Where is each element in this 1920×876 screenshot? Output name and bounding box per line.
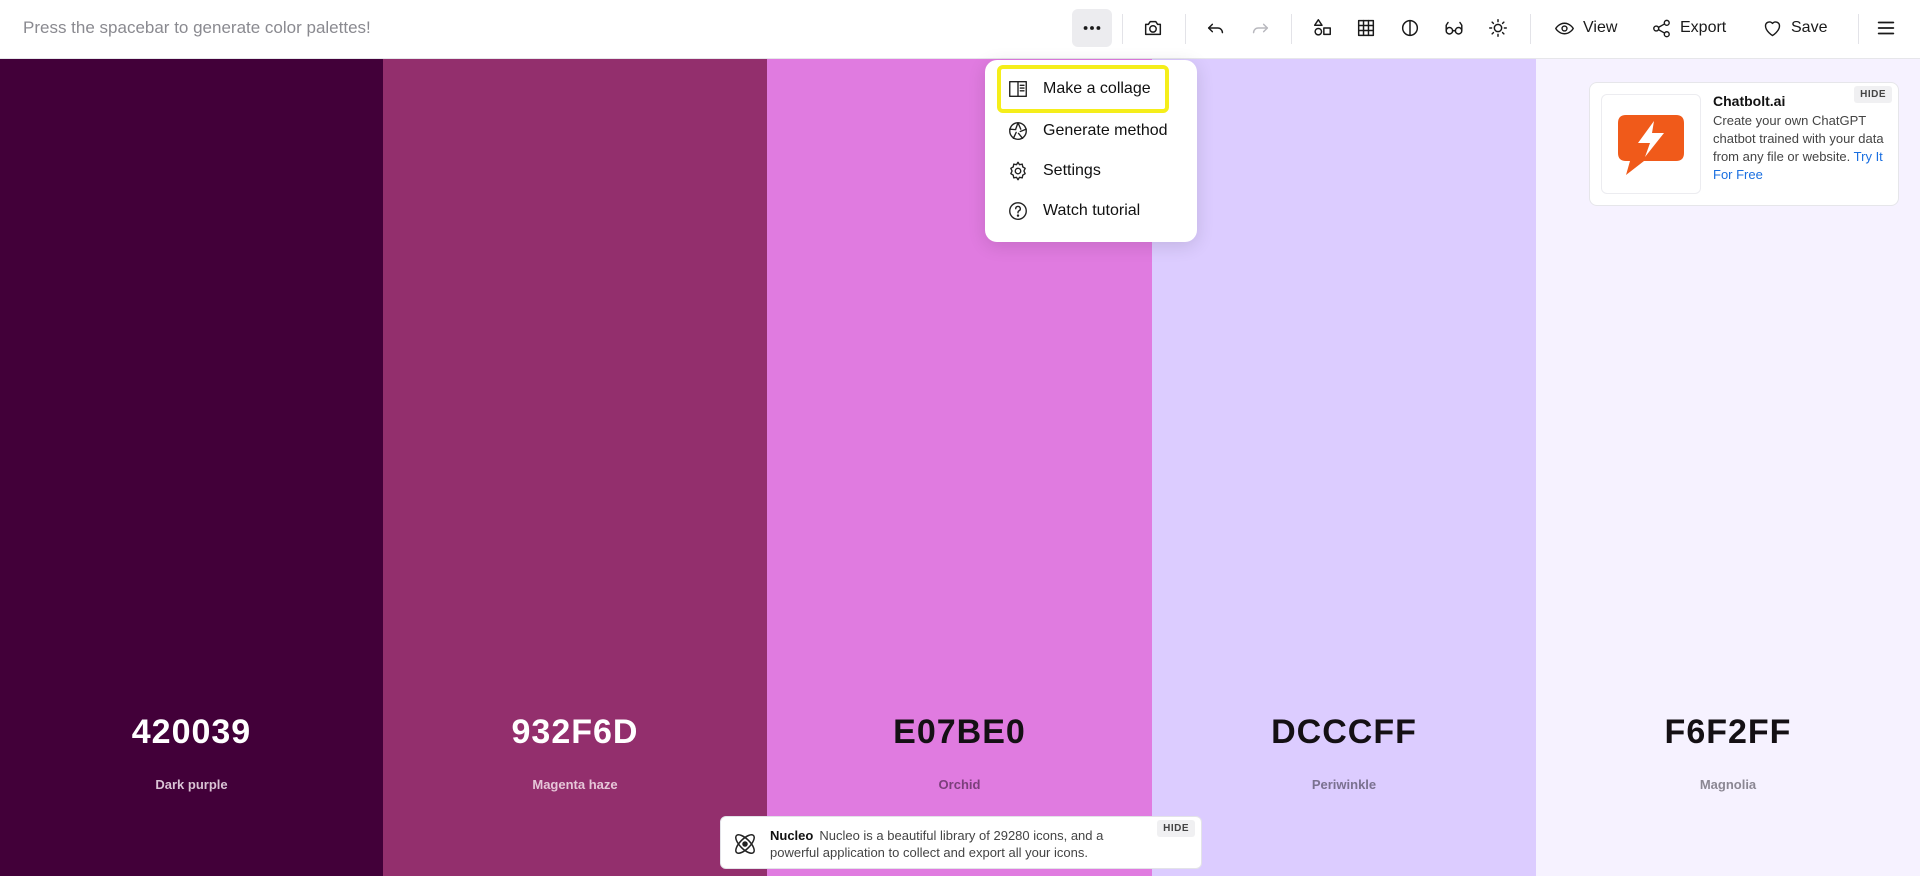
hamburger-menu-button[interactable] — [1866, 9, 1906, 47]
more-options-menu: Make a collage Generate method Settings … — [985, 60, 1197, 242]
chatbolt-logo — [1601, 94, 1701, 194]
top-toolbar: Press the spacebar to generate color pal… — [0, 0, 1920, 59]
nucleo-ad[interactable]: Nucleo Nucleo is a beautiful library of 2… — [720, 816, 1202, 869]
eye-icon — [1555, 22, 1574, 34]
toolbar-divider — [1185, 14, 1186, 44]
color-hex[interactable]: 420039 — [0, 713, 383, 752]
sun-icon — [1489, 19, 1507, 37]
save-button[interactable]: Save — [1762, 9, 1827, 47]
ad-title: Chatbolt.ai — [1713, 93, 1786, 109]
collage-icon — [1009, 80, 1027, 98]
shapes-icon — [1313, 19, 1331, 36]
color-name: Periwinkle — [1311, 777, 1377, 792]
hide-ad-button[interactable]: HIDE — [1157, 820, 1195, 837]
contrast-icon — [1401, 19, 1419, 37]
save-label: Save — [1791, 19, 1828, 36]
color-hex[interactable]: DCCCFF — [1152, 713, 1536, 752]
redo-button[interactable] — [1240, 9, 1280, 47]
gear-icon — [1010, 161, 1026, 181]
glasses-icon — [1445, 21, 1463, 35]
color-name: Dark purple — [155, 777, 228, 792]
color-hex[interactable]: F6F2FF — [1536, 713, 1920, 752]
chatbolt-ad[interactable]: Chatbolt.ai Create your own ChatGPT chat… — [1589, 82, 1899, 206]
color-hex[interactable]: E07BE0 — [767, 713, 1152, 752]
menu-item-label: Generate method — [1043, 122, 1168, 139]
toolbar-divider — [1530, 14, 1531, 44]
atom-icon — [735, 834, 755, 854]
menu-item-generate-method[interactable]: Generate method — [1001, 115, 1187, 147]
color-hex[interactable]: 932F6D — [383, 713, 767, 752]
undo-button[interactable] — [1196, 9, 1236, 47]
color-swatch[interactable]: 420039 Dark purple — [0, 59, 383, 876]
question-icon — [1009, 202, 1027, 220]
camera-icon — [1144, 20, 1162, 36]
export-label: Export — [1680, 19, 1727, 36]
contrast-button[interactable] — [1390, 9, 1430, 47]
export-button[interactable]: Export — [1651, 9, 1726, 47]
adjust-brightness-button[interactable] — [1478, 9, 1518, 47]
redo-icon — [1252, 23, 1269, 34]
color-name: Magnolia — [1699, 777, 1757, 792]
nucleo-ad-text: Nucleo Nucleo is a beautiful library of 2… — [770, 827, 1130, 861]
color-name: Magenta haze — [532, 777, 618, 792]
view-label: View — [1583, 19, 1618, 36]
color-name: Orchid — [938, 777, 981, 792]
menu-item-watch-tutorial[interactable]: Watch tutorial — [1001, 195, 1187, 227]
menu-item-settings[interactable]: Settings — [1001, 155, 1187, 187]
lightning-bolt-icon — [1618, 115, 1684, 175]
share-icon — [1653, 19, 1670, 37]
hide-ad-button[interactable]: HIDE — [1854, 86, 1892, 103]
color-swatch[interactable]: 932F6D Magenta haze — [383, 59, 767, 876]
menu-item-label: Make a collage — [1043, 80, 1151, 97]
menu-item-label: Settings — [1043, 162, 1101, 179]
nucleo-ad-body: Nucleo is a beautiful library of 29280 i… — [770, 828, 1104, 860]
shapes-button[interactable] — [1302, 9, 1342, 47]
color-swatch[interactable]: DCCCFF Periwinkle — [1152, 59, 1536, 876]
view-button[interactable]: View — [1554, 9, 1617, 47]
nucleo-ad-title: Nucleo — [770, 828, 814, 843]
more-options-button[interactable] — [1072, 9, 1112, 47]
hamburger-icon — [1877, 21, 1895, 35]
color-blindness-button[interactable] — [1434, 9, 1474, 47]
grid-button[interactable] — [1346, 9, 1386, 47]
menu-item-make-collage[interactable]: Make a collage — [997, 65, 1169, 113]
menu-item-label: Watch tutorial — [1043, 202, 1141, 219]
spacebar-hint: Press the spacebar to generate color pal… — [23, 18, 371, 37]
screenshot-button[interactable] — [1133, 9, 1173, 47]
ad-description: Create your own ChatGPT chatbot trained … — [1713, 112, 1891, 184]
grid-icon — [1357, 19, 1375, 37]
toolbar-divider — [1291, 14, 1292, 44]
heart-icon — [1764, 20, 1781, 36]
toolbar-divider — [1122, 14, 1123, 44]
aperture-icon — [1009, 122, 1027, 140]
toolbar-divider — [1858, 14, 1859, 44]
undo-icon — [1207, 23, 1224, 34]
more-dots-icon — [1083, 26, 1101, 30]
